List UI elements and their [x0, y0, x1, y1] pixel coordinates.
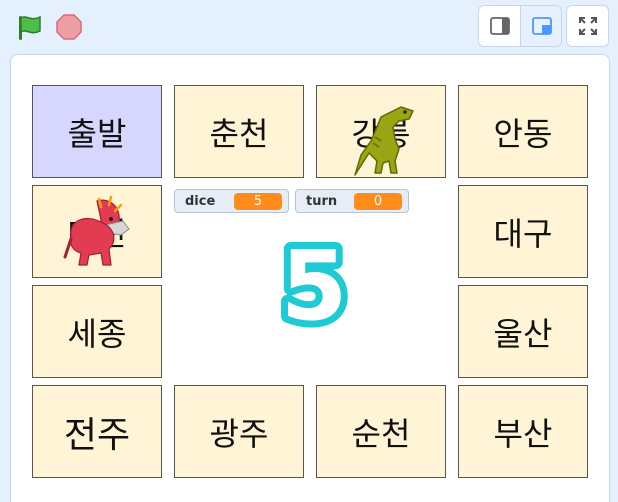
board-cell-sejong[interactable]: 세종: [32, 285, 162, 378]
green-flag-icon[interactable]: [14, 12, 44, 42]
board-cell-busan[interactable]: 부산: [458, 385, 588, 478]
dice-face-number: 5: [281, 235, 348, 331]
large-stage-button[interactable]: [521, 6, 561, 46]
small-stage-button[interactable]: [479, 6, 521, 46]
stage-header: [0, 0, 618, 52]
dice-monitor-value: 5: [234, 192, 282, 210]
turn-monitor-label: turn: [306, 193, 338, 209]
board-cell-jeonju[interactable]: 전주: [32, 385, 162, 478]
stage-size-toggle: [478, 5, 562, 47]
board-cell-ulsan[interactable]: 울산: [458, 285, 588, 378]
turn-monitor[interactable]: turn 0: [295, 189, 409, 213]
board-cell-daegu[interactable]: 대구: [458, 185, 588, 278]
board-cell-start[interactable]: 출발: [32, 85, 162, 178]
fullscreen-icon: [578, 17, 597, 35]
fullscreen-button[interactable]: [566, 5, 609, 47]
small-stage-icon: [489, 17, 510, 35]
stop-icon[interactable]: [54, 12, 84, 42]
dice-monitor-label: dice: [185, 193, 216, 209]
stage[interactable]: 출발 춘천 강릉 안동 대전 대구 세종 울산 전주 광주 순천 부산 dice…: [10, 54, 610, 502]
large-stage-icon: [531, 17, 552, 35]
board-cell-suncheon[interactable]: 순천: [316, 385, 446, 478]
red-triceratops-sprite[interactable]: [63, 195, 133, 273]
board-cell-chuncheon[interactable]: 춘천: [174, 85, 304, 178]
dice-sprite[interactable]: 5: [269, 223, 359, 349]
board-cell-gwangju[interactable]: 광주: [174, 385, 304, 478]
board-cell-andong[interactable]: 안동: [458, 85, 588, 178]
green-dinosaur-sprite[interactable]: [351, 103, 415, 183]
dice-monitor[interactable]: dice 5: [174, 189, 289, 213]
turn-monitor-value: 0: [354, 192, 402, 210]
